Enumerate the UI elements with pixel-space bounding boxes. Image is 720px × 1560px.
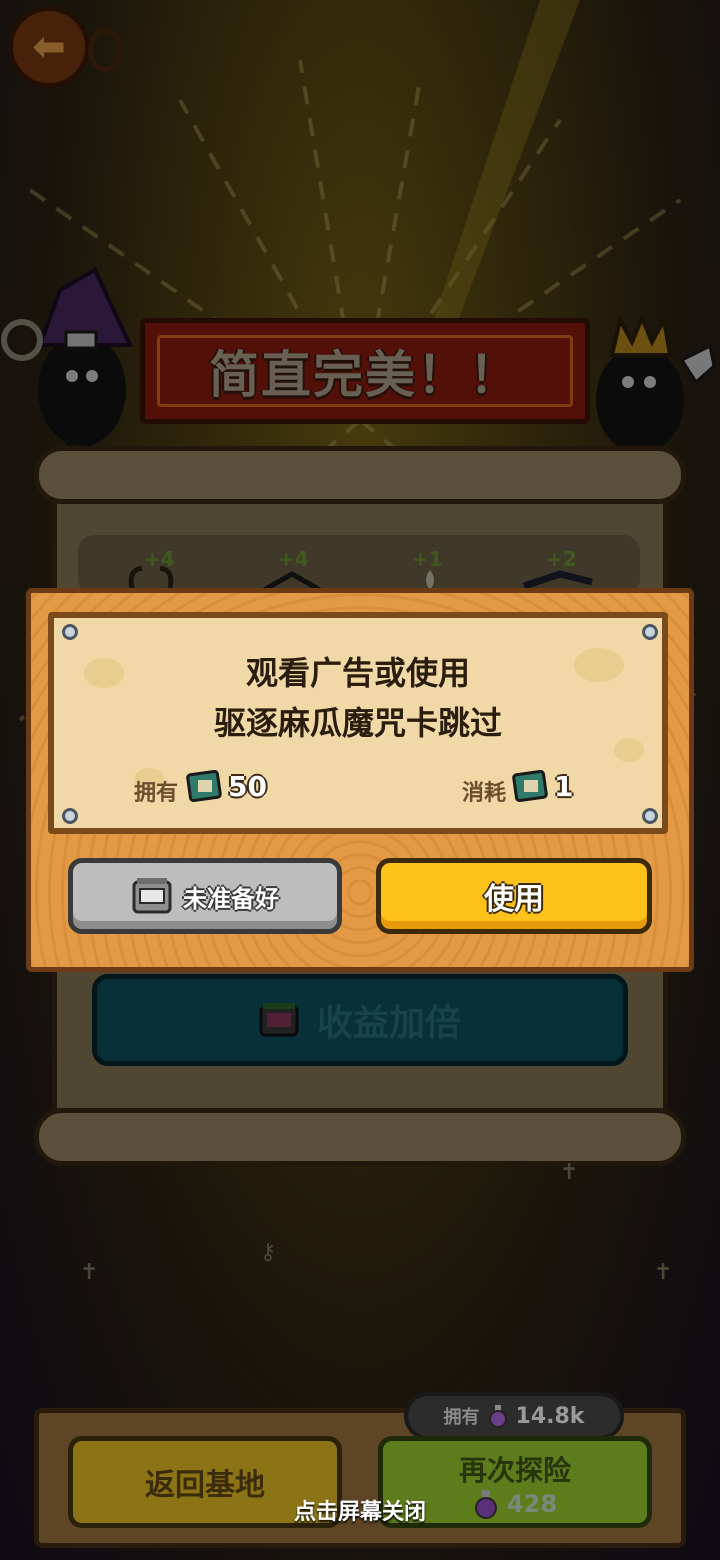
rivet-icon (642, 808, 658, 824)
dialog-message-line1: 观看广告或使用 (245, 654, 470, 692)
cost-label: 消耗 (462, 781, 507, 806)
cross-icon: ✝ (560, 1160, 579, 1185)
ad-machine-icon (132, 878, 172, 914)
potion-count: 14.8k (515, 1403, 585, 1429)
use-button[interactable]: 使用 (376, 858, 652, 934)
not-ready-label: 未准备好 (183, 884, 279, 913)
rivet-icon (62, 624, 78, 640)
owned-count: 50 (228, 770, 267, 803)
cost-count: 1 (554, 770, 574, 803)
spell-card-icon (186, 770, 222, 803)
owned-label: 拥有 (134, 781, 179, 806)
use-label: 使用 (484, 882, 544, 917)
rivet-icon (62, 808, 78, 824)
potion-balance: 拥有 14.8k (404, 1392, 624, 1440)
dialog-message-line2: 驱逐麻瓜魔咒卡跳过 (213, 704, 502, 742)
key-icon: ⚷ (260, 1240, 277, 1265)
rivet-icon (642, 624, 658, 640)
spell-card-icon (512, 770, 548, 803)
cross-icon: ✝ (654, 1260, 673, 1285)
tap-to-close-hint[interactable]: 点击屏幕关闭 (0, 1494, 720, 1526)
explore-again-label: 再次探险 (458, 1454, 571, 1487)
not-ready-button[interactable]: 未准备好 (68, 858, 342, 934)
cross-icon: ✝ (80, 1260, 99, 1285)
potion-icon (488, 1405, 507, 1428)
potion-own-label: 拥有 (443, 1407, 480, 1428)
